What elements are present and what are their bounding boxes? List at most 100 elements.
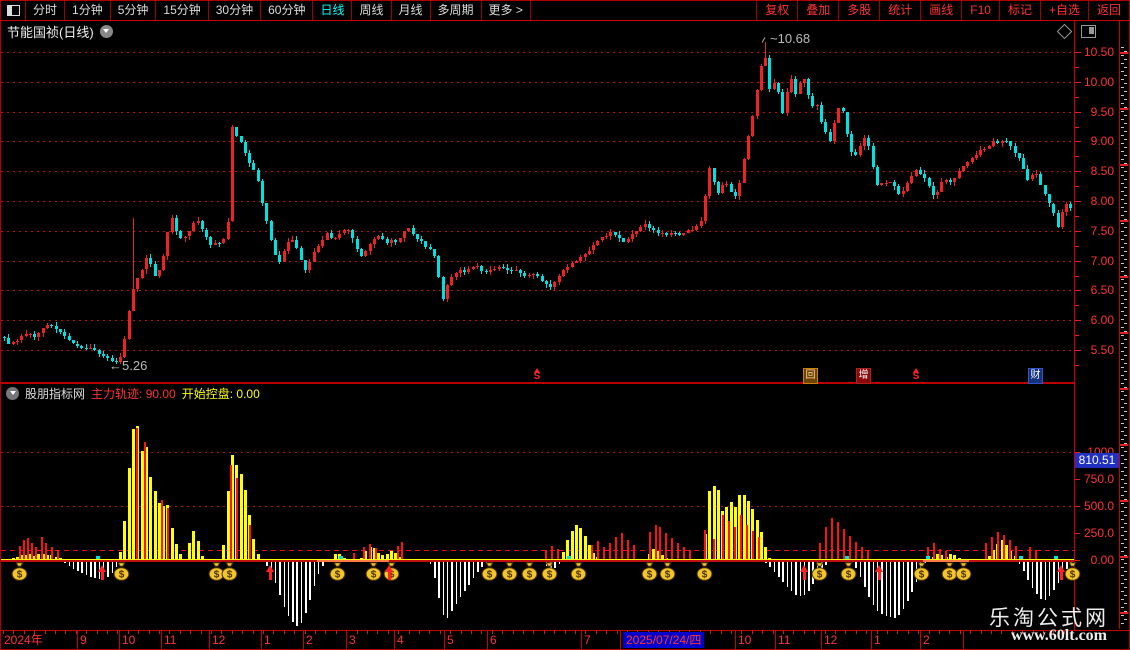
time-axis-label[interactable]: 11: [778, 632, 790, 648]
time-axis-label[interactable]: 5: [447, 632, 454, 648]
menu-item-1分钟[interactable]: 1分钟: [65, 1, 111, 20]
menu-item-分时[interactable]: 分时: [26, 1, 66, 20]
menu-item-15分钟[interactable]: 15分钟: [156, 1, 209, 20]
menu-item-复权[interactable]: 复权: [756, 1, 797, 20]
indicator-red-spike: [397, 546, 399, 560]
mini-strip-tick: [1120, 220, 1128, 222]
time-axis-label[interactable]: 4: [397, 632, 404, 648]
price-axis-tick: [1075, 186, 1079, 187]
time-axis-minor-tick: [897, 631, 899, 634]
candle-body: [772, 82, 776, 89]
indicator-yellow-bar: [570, 530, 574, 560]
mini-strip-mark: [1121, 423, 1124, 424]
title-dropdown-icon[interactable]: [99, 24, 113, 38]
up-arrow-icon: [534, 368, 540, 373]
money-bag-icon: $: [913, 562, 930, 586]
menu-item-返回[interactable]: 返回: [1087, 1, 1129, 20]
time-axis-label[interactable]: 1: [264, 632, 271, 648]
indicator-white-bar: [279, 562, 281, 595]
mini-strip-mark: [1121, 623, 1124, 624]
indicator-white-bar: [292, 562, 294, 623]
indicator-yellow-bar: [175, 543, 178, 560]
candle-body: [1004, 141, 1008, 142]
candle-body: [944, 180, 948, 183]
window-panel-icon[interactable]: [1, 1, 26, 20]
high-annotation: ~10.68: [770, 31, 811, 46]
time-axis-label[interactable]: 10: [738, 632, 751, 648]
candle-wick: [16, 338, 18, 345]
diamond-icon[interactable]: [1056, 23, 1073, 40]
indicator-dropdown-icon[interactable]: [6, 386, 19, 400]
candle-body: [815, 105, 819, 106]
candle-body: [1030, 174, 1034, 180]
indicator-metric2: 开始控盘: 0.00: [181, 386, 260, 401]
candle-body: [686, 229, 690, 234]
candle-body: [592, 244, 596, 251]
time-axis-label[interactable]: 2025/07/24/四: [623, 632, 705, 648]
mini-strip-mark: [1124, 251, 1127, 252]
menu-item-5分钟[interactable]: 5分钟: [111, 1, 157, 20]
candle-body: [162, 256, 166, 271]
time-axis-label[interactable]: 9: [80, 632, 87, 648]
time-axis-label[interactable]: 11: [164, 632, 176, 648]
time-axis-minor-tick: [200, 631, 202, 634]
menu-item-叠加[interactable]: 叠加: [797, 1, 838, 20]
time-axis-label[interactable]: 1: [874, 632, 881, 648]
time-axis-separator: [963, 631, 964, 649]
mini-strip-mark: [1121, 487, 1124, 488]
time-axis-label[interactable]: 2024年: [4, 632, 43, 648]
panel-toggle-icon[interactable]: [1081, 25, 1096, 38]
buy-arrow-icon: [800, 565, 808, 580]
menu-item-统计[interactable]: 统计: [879, 1, 920, 20]
time-axis-label[interactable]: 10: [122, 632, 135, 648]
menu-item-月线[interactable]: 月线: [392, 1, 431, 20]
menu-item-周线[interactable]: 周线: [352, 1, 392, 20]
menu-item-多股[interactable]: 多股: [838, 1, 879, 20]
candle-body: [1052, 203, 1056, 213]
time-axis-minor-tick: [96, 631, 98, 634]
indicator-yellow-bar: [1004, 544, 1008, 560]
menu-item-+自选[interactable]: +自选: [1039, 1, 1088, 20]
svg-text:$: $: [227, 570, 233, 581]
money-bag-icon: $: [696, 562, 713, 586]
menu-item-F10[interactable]: F10: [961, 1, 999, 20]
time-axis-label[interactable]: 3: [349, 632, 356, 648]
time-axis-label[interactable]: 12: [212, 632, 225, 648]
menu-item-60分钟[interactable]: 60分钟: [261, 1, 314, 20]
mini-strip-mark: [1124, 115, 1127, 116]
svg-text:$: $: [547, 570, 553, 581]
candle-body: [67, 336, 71, 340]
menu-item-30分钟[interactable]: 30分钟: [209, 1, 262, 20]
time-axis-label[interactable]: 12: [824, 632, 837, 648]
menu-item-多周期[interactable]: 多周期: [431, 1, 482, 20]
indicator-red-spike: [249, 524, 251, 560]
time-axis-label[interactable]: 6: [490, 632, 497, 648]
time-axis-minor-tick: [949, 631, 951, 634]
svg-text:$: $: [817, 570, 823, 581]
candle-body: [549, 284, 553, 288]
time-axis-minor-tick: [731, 631, 732, 634]
mini-strip-mark: [1121, 223, 1124, 224]
menu-item-画线[interactable]: 画线: [920, 1, 961, 20]
candle-body: [540, 276, 544, 281]
time-axis-label[interactable]: 2: [306, 632, 313, 648]
candle-body: [914, 170, 918, 177]
time-axis-label[interactable]: 7: [584, 632, 591, 648]
mini-strip-mark: [1124, 451, 1127, 452]
money-bag-icon: $: [113, 562, 130, 586]
menu-item-日线[interactable]: 日线: [313, 1, 353, 20]
indicator-red-spike: [649, 532, 651, 560]
time-axis-label[interactable]: 2: [923, 632, 930, 648]
indicator-white-bar: [72, 562, 75, 569]
mini-strip-mark: [1121, 583, 1124, 584]
indicator-white-bar: [68, 562, 70, 566]
price-axis-tick: [1075, 52, 1081, 53]
menu-item-标记[interactable]: 标记: [998, 1, 1040, 20]
candle-body: [71, 339, 75, 344]
indicator-white-bar: [885, 562, 887, 616]
indicator-cyan-dot: [845, 556, 849, 559]
indicator-white-bar: [429, 562, 432, 565]
indicator-white-bar: [907, 562, 909, 601]
time-axis-minor-tick: [907, 631, 909, 634]
menu-item-更多 >[interactable]: 更多 >: [482, 1, 531, 20]
